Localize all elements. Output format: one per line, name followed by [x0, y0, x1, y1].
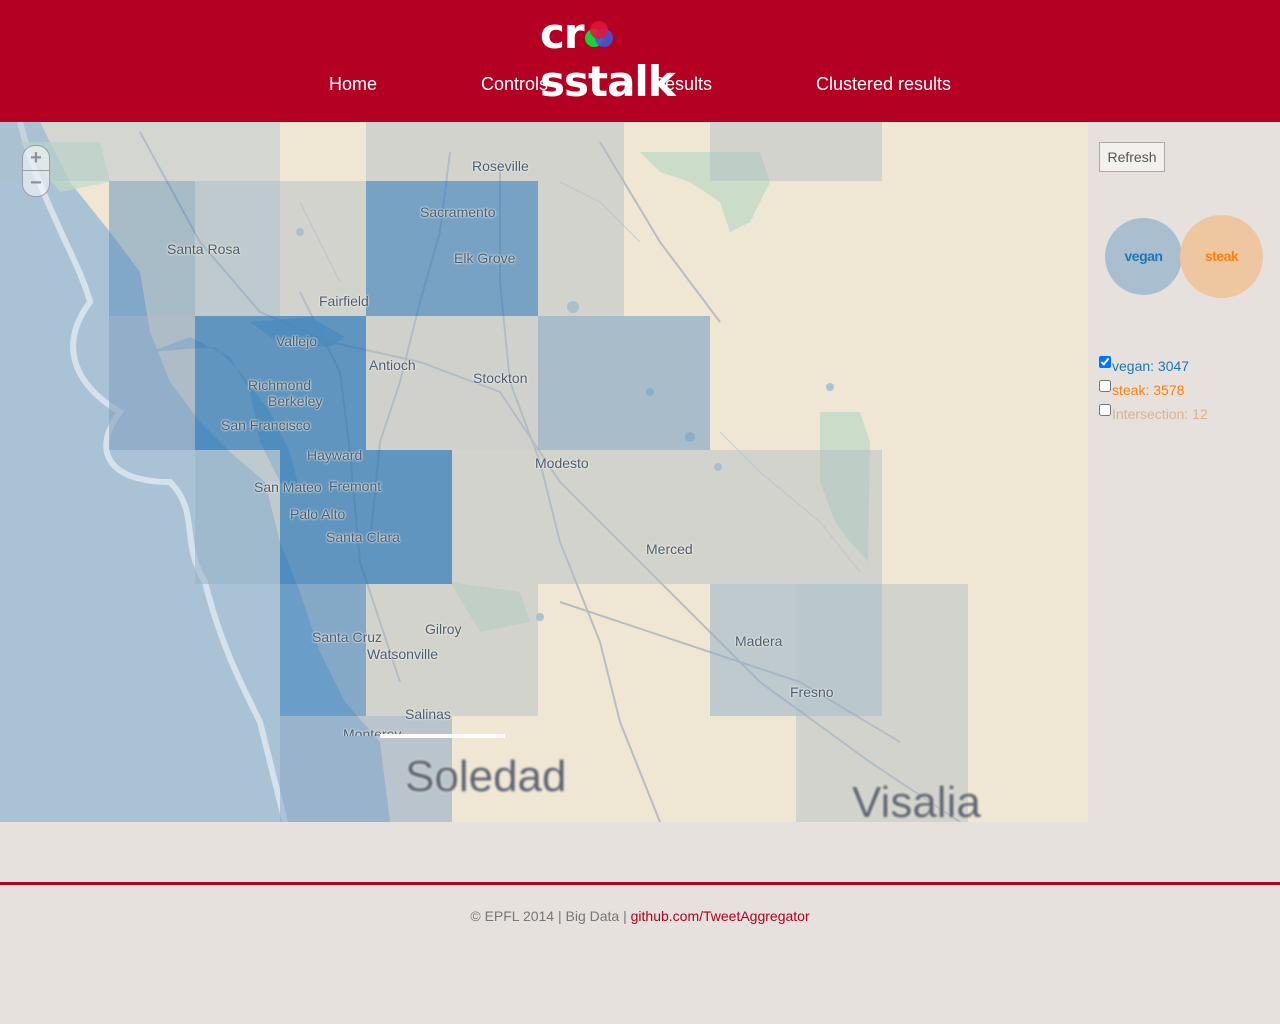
- legend-vegan: vegan: 3047: [1099, 356, 1249, 378]
- city-label: Merced: [646, 541, 693, 557]
- legend-vegan-label: vegan: 3047: [1112, 358, 1190, 374]
- zoom-in-button[interactable]: +: [23, 146, 49, 171]
- zoom-out-button[interactable]: −: [23, 171, 49, 195]
- site-header: cr sstalk Home Controls Results Clustered…: [0, 0, 1280, 122]
- city-label: Madera: [735, 633, 783, 649]
- vegan-bubble[interactable]: vegan: [1105, 218, 1182, 295]
- heatmap-cell: [109, 316, 195, 450]
- heatmap-cell: [710, 584, 796, 716]
- city-label: Santa Cruz: [312, 629, 383, 645]
- intersection-checkbox[interactable]: [1099, 404, 1111, 416]
- heatmap-cell: [882, 584, 968, 716]
- city-label: Vallejo: [276, 333, 317, 349]
- legend-intersection: Intersection: 12: [1099, 404, 1249, 426]
- zoom-control: + −: [22, 145, 50, 197]
- city-label-large: Visalia: [852, 778, 981, 822]
- map-view[interactable]: Roseville Sacramento Elk Grove Santa Ros…: [0, 122, 1088, 822]
- heatmap-cell: [710, 122, 882, 181]
- city-label: Salinas: [405, 706, 451, 722]
- city-label: Stockton: [473, 370, 528, 386]
- city-label: Elk Grove: [454, 250, 516, 266]
- legend-steak-label: steak: 3578: [1112, 382, 1185, 398]
- crosstalk-logo[interactable]: cr sstalk: [540, 10, 740, 106]
- footer-text: © EPFL 2014 | Big Data |: [470, 908, 631, 924]
- logo-venn-icon: [584, 20, 614, 50]
- heatmap-cell: [280, 584, 366, 716]
- heatmap-cell: [538, 316, 710, 450]
- city-label: Santa Rosa: [167, 241, 241, 257]
- heatmap-cell: [538, 450, 882, 584]
- main-nav: Home Controls Results Clustered results: [0, 74, 1280, 98]
- legend-steak: steak: 3578: [1099, 380, 1249, 402]
- vegan-checkbox[interactable]: [1099, 356, 1111, 368]
- city-label: San Francisco: [221, 417, 311, 433]
- tile-seam: [380, 734, 505, 738]
- heatmap-cell: [452, 450, 538, 584]
- nav-controls[interactable]: Controls: [481, 74, 548, 95]
- nav-clustered-results[interactable]: Clustered results: [816, 74, 951, 95]
- city-label: San Mateo: [254, 479, 322, 495]
- city-label: Richmond: [248, 377, 312, 393]
- city-label: Gilroy: [425, 621, 462, 637]
- city-label: Fairfield: [319, 293, 369, 309]
- city-label: Modesto: [535, 455, 589, 471]
- heatmap-cell: [538, 122, 624, 181]
- city-label: Palo Alto: [290, 506, 346, 522]
- city-label: Berkeley: [268, 393, 323, 409]
- heatmap-cell: [366, 181, 538, 316]
- heatmap-cell: [538, 181, 624, 316]
- footer-divider: [0, 882, 1280, 885]
- city-label: Hayward: [307, 447, 363, 463]
- vegan-bubble-label: vegan: [1124, 248, 1163, 264]
- city-label: Roseville: [472, 158, 529, 174]
- steak-bubble-label: steak: [1204, 248, 1239, 264]
- site-footer: © EPFL 2014 | Big Data | github.com/Twee…: [0, 908, 1280, 924]
- refresh-button[interactable]: Refresh: [1099, 142, 1165, 172]
- nav-home[interactable]: Home: [329, 74, 377, 95]
- city-label: Fremont: [329, 478, 382, 494]
- heatmap-cell: [195, 450, 280, 584]
- nav-results[interactable]: Results: [652, 74, 712, 95]
- city-label: Fresno: [790, 684, 834, 700]
- city-label: Antioch: [369, 357, 416, 373]
- city-label: Sacramento: [420, 204, 496, 220]
- city-label: Watsonville: [367, 646, 439, 662]
- city-label-large: Soledad: [405, 752, 567, 801]
- github-link[interactable]: github.com/TweetAggregator: [631, 908, 810, 924]
- steak-bubble[interactable]: steak: [1180, 215, 1263, 298]
- legend-intersection-label: Intersection: 12: [1112, 406, 1208, 422]
- steak-checkbox[interactable]: [1099, 380, 1111, 392]
- heatmap-cell: [366, 122, 452, 181]
- city-label: Santa Clara: [326, 529, 400, 545]
